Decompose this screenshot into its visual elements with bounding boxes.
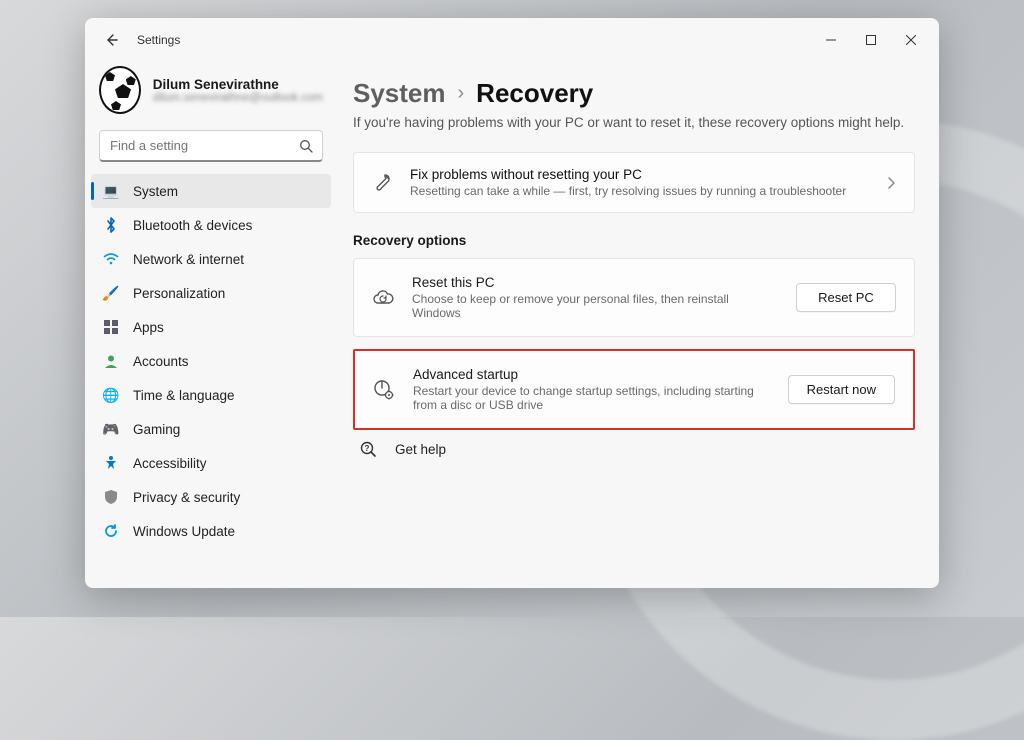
arrow-left-icon (103, 32, 119, 48)
get-help-label: Get help (395, 442, 446, 457)
section-title-recovery: Recovery options (353, 233, 915, 248)
search-icon (299, 139, 313, 153)
window-controls (811, 24, 931, 56)
search-wrap (99, 130, 323, 162)
power-gear-icon (373, 379, 395, 401)
sidebar-item-apps[interactable]: Apps (91, 310, 331, 344)
settings-window: Settings Dilum Senevirathne dilum.senevi… (85, 18, 939, 588)
advanced-startup-row: Advanced startup Restart your device to … (355, 351, 913, 428)
sidebar-item-label: Network & internet (133, 252, 244, 267)
avatar (99, 66, 141, 114)
back-button[interactable] (97, 26, 125, 54)
page-title: Recovery (476, 78, 593, 109)
svg-text:?: ? (365, 444, 370, 453)
close-button[interactable] (891, 24, 931, 56)
sidebar-item-label: Accounts (133, 354, 189, 369)
accessibility-icon (103, 455, 119, 471)
search-input[interactable] (99, 130, 323, 162)
troubleshoot-card[interactable]: Fix problems without resetting your PC R… (353, 152, 915, 213)
window-title: Settings (137, 33, 180, 47)
sidebar-item-windows-update[interactable]: Windows Update (91, 514, 331, 548)
shield-icon (103, 489, 119, 505)
user-name: Dilum Senevirathne (153, 77, 323, 92)
sidebar-item-gaming[interactable]: 🎮 Gaming (91, 412, 331, 446)
user-email: dilum.senevirathne@outlook.com (153, 92, 323, 104)
gamepad-icon: 🎮 (103, 421, 119, 437)
recovery-panel: Reset this PC Choose to keep or remove y… (353, 258, 915, 337)
bluetooth-icon (103, 217, 119, 233)
minimize-icon (826, 35, 836, 45)
page-subtitle: If you're having problems with your PC o… (353, 115, 915, 130)
content-area: Dilum Senevirathne dilum.senevirathne@ou… (85, 62, 939, 588)
wifi-icon (103, 251, 119, 267)
sidebar-item-label: Bluetooth & devices (133, 218, 252, 233)
restart-now-button[interactable]: Restart now (788, 375, 895, 404)
wrench-icon (372, 173, 392, 193)
cloud-reset-icon (372, 289, 394, 307)
person-icon (103, 353, 119, 369)
sidebar-item-label: Personalization (133, 286, 225, 301)
reset-pc-button[interactable]: Reset PC (796, 283, 896, 312)
sidebar-item-system[interactable]: 💻 System (91, 174, 331, 208)
sidebar-item-label: Time & language (133, 388, 235, 403)
reset-title: Reset this PC (412, 275, 778, 290)
sidebar-item-label: System (133, 184, 178, 199)
help-icon: ? (357, 440, 379, 458)
apps-icon (103, 319, 119, 335)
main-panel: System › Recovery If you're having probl… (337, 62, 939, 588)
sidebar-item-label: Apps (133, 320, 164, 335)
sidebar-item-accessibility[interactable]: Accessibility (91, 446, 331, 480)
sidebar-item-accounts[interactable]: Accounts (91, 344, 331, 378)
chevron-right-icon (886, 176, 896, 190)
advanced-startup-highlight: Advanced startup Restart your device to … (353, 349, 915, 430)
sidebar-item-personalization[interactable]: 🖌️ Personalization (91, 276, 331, 310)
sidebar-item-privacy[interactable]: Privacy & security (91, 480, 331, 514)
profile-block[interactable]: Dilum Senevirathne dilum.senevirathne@ou… (85, 66, 337, 130)
maximize-icon (866, 35, 876, 45)
troubleshoot-desc: Resetting can take a while — first, try … (410, 184, 868, 198)
get-help-link[interactable]: ? Get help (353, 430, 915, 468)
sidebar: Dilum Senevirathne dilum.senevirathne@ou… (85, 62, 337, 588)
brush-icon: 🖌️ (103, 285, 119, 301)
sidebar-item-label: Privacy & security (133, 490, 240, 505)
update-icon (103, 523, 119, 539)
chevron-right-icon: › (458, 82, 465, 105)
advanced-title: Advanced startup (413, 367, 770, 382)
close-icon (906, 35, 916, 45)
nav-list: 💻 System Bluetooth & devices Network & in… (85, 174, 337, 548)
sidebar-item-label: Accessibility (133, 456, 207, 471)
sidebar-item-time-language[interactable]: 🌐 Time & language (91, 378, 331, 412)
troubleshoot-title: Fix problems without resetting your PC (410, 167, 868, 182)
sidebar-item-bluetooth[interactable]: Bluetooth & devices (91, 208, 331, 242)
breadcrumb-parent[interactable]: System (353, 78, 446, 109)
reset-pc-row: Reset this PC Choose to keep or remove y… (354, 259, 914, 336)
sidebar-item-label: Windows Update (133, 524, 235, 539)
reset-desc: Choose to keep or remove your personal f… (412, 292, 778, 320)
sidebar-item-network[interactable]: Network & internet (91, 242, 331, 276)
advanced-desc: Restart your device to change startup se… (413, 384, 770, 412)
maximize-button[interactable] (851, 24, 891, 56)
minimize-button[interactable] (811, 24, 851, 56)
breadcrumb: System › Recovery (353, 78, 915, 109)
display-icon: 💻 (103, 183, 119, 199)
sidebar-item-label: Gaming (133, 422, 180, 437)
titlebar: Settings (85, 18, 939, 62)
globe-clock-icon: 🌐 (103, 387, 119, 403)
